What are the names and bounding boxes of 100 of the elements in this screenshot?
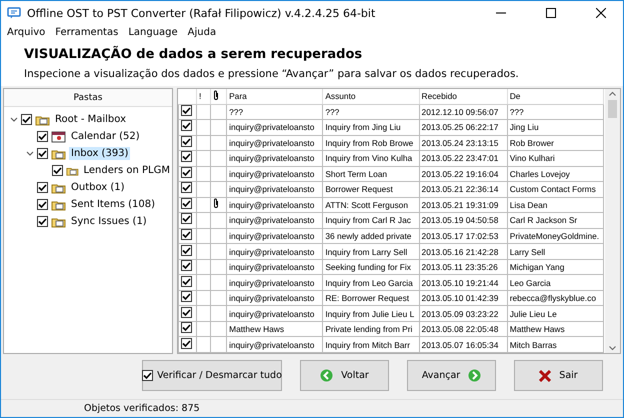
table-cell: Short Term Loan bbox=[322, 166, 420, 182]
table-cell: Rob Brower bbox=[507, 135, 604, 151]
menu-item[interactable]: Ferramentas bbox=[55, 26, 118, 38]
folder-icon bbox=[35, 114, 50, 126]
table-cell: inquiry@privateloansto bbox=[226, 150, 323, 166]
folder-icon bbox=[51, 182, 66, 194]
column-header[interactable]: Recebido bbox=[419, 89, 508, 104]
checkbox[interactable] bbox=[37, 182, 48, 193]
arrow-right-icon bbox=[468, 369, 482, 382]
table-cell: Mitch Barras bbox=[507, 336, 604, 352]
checkbox[interactable] bbox=[37, 131, 48, 142]
table-cell: Inquiry from Carl R Jac bbox=[322, 212, 420, 228]
table-cell: 2013.05.22 19:16:04 bbox=[419, 166, 508, 182]
checkbox[interactable] bbox=[181, 151, 192, 162]
column-header[interactable]: De bbox=[507, 89, 604, 104]
checkbox[interactable] bbox=[21, 114, 32, 125]
table-cell: inquiry@privateloansto bbox=[226, 182, 323, 198]
table-cell: Inquiry from Vino Kulha bbox=[322, 150, 420, 166]
table-cell: inquiry@privateloansto bbox=[226, 290, 323, 306]
table-cell: ATTN: Scott Ferguson bbox=[322, 197, 420, 213]
folder-label[interactable]: Sync Issues (1) bbox=[69, 215, 149, 228]
table-cell: 2013.05.09 03:23:22 bbox=[419, 306, 508, 322]
table-cell: inquiry@privateloansto bbox=[226, 336, 323, 352]
checkbox[interactable] bbox=[181, 322, 192, 334]
checkbox[interactable] bbox=[181, 136, 192, 147]
checkbox[interactable] bbox=[181, 166, 192, 178]
table-cell: 2013.05.07 16:05:34 bbox=[419, 336, 508, 352]
checkbox[interactable] bbox=[181, 229, 192, 240]
chevron-icon[interactable] bbox=[26, 150, 34, 156]
checkbox[interactable] bbox=[142, 370, 154, 381]
chevron-icon[interactable] bbox=[10, 116, 18, 122]
table-cell: Inquiry from Rob Browe bbox=[322, 135, 420, 151]
table-cell: Carl R Jackson Sr bbox=[507, 212, 604, 228]
checkbox[interactable] bbox=[37, 216, 48, 227]
checkbox[interactable] bbox=[37, 148, 48, 159]
scrollbar-thumb[interactable] bbox=[608, 100, 617, 118]
checkbox[interactable] bbox=[181, 104, 192, 116]
table-cell: inquiry@privateloansto bbox=[226, 197, 323, 213]
page-heading: VISUALIZAÇÃO de dados a serem recuperados bbox=[24, 47, 364, 62]
folder-label[interactable]: Root - Mailbox bbox=[53, 113, 128, 126]
table-cell: inquiry@privateloansto bbox=[226, 274, 323, 290]
check-all-button[interactable]: Verificar / Desmarcar tudo bbox=[142, 360, 282, 391]
checkbox[interactable] bbox=[181, 291, 192, 302]
checkbox[interactable] bbox=[181, 213, 192, 224]
table-cell: inquiry@privateloansto bbox=[226, 259, 323, 275]
checkbox[interactable] bbox=[181, 260, 192, 272]
checkbox[interactable] bbox=[181, 120, 192, 132]
table-cell: Private lending from Pri bbox=[322, 321, 420, 337]
next-button[interactable]: Avançar bbox=[407, 360, 496, 391]
menu-item[interactable]: Ajuda bbox=[188, 26, 216, 38]
checkbox[interactable] bbox=[181, 182, 192, 194]
table-cell: Inquiry from Mitch Barr bbox=[322, 336, 420, 352]
exit-button[interactable]: Sair bbox=[514, 360, 603, 391]
folder-label[interactable]: Lenders on PLGM bbox=[82, 164, 172, 177]
caret-up-icon[interactable] bbox=[609, 91, 616, 96]
table-cell: RE: Borrower Request bbox=[322, 290, 420, 306]
folder-icon bbox=[51, 216, 66, 228]
panel-heading: Pastas bbox=[4, 89, 172, 107]
page-instruction: Inspecione a visualização dos dados e pressione “Avançar” para salvar os dados recuperados. bbox=[24, 68, 520, 80]
checkbox[interactable] bbox=[181, 276, 192, 287]
table-cell: Custom Contact Forms bbox=[507, 182, 604, 198]
table-cell: 2012.12.10 09:56:07 bbox=[419, 104, 508, 120]
checkbox[interactable] bbox=[181, 306, 192, 318]
checkbox[interactable] bbox=[181, 244, 192, 256]
table-cell: inquiry@privateloansto bbox=[226, 306, 323, 322]
folder-label[interactable]: Inbox (393) bbox=[69, 147, 130, 160]
table-cell: 36 newly added private bbox=[322, 228, 420, 244]
table-cell: ??? bbox=[322, 104, 420, 120]
table-cell: Matthew Haws bbox=[507, 321, 604, 337]
menu-item[interactable]: Language bbox=[128, 26, 178, 38]
table-cell: Seeking funding for Fix bbox=[322, 259, 420, 275]
table-cell: inquiry@privateloansto bbox=[226, 120, 323, 136]
paperclip-icon bbox=[213, 90, 220, 100]
checkbox[interactable] bbox=[52, 165, 63, 176]
table-cell: Inquiry from Larry Sell bbox=[322, 244, 420, 260]
caret-down-icon[interactable] bbox=[609, 346, 616, 351]
close-icon bbox=[539, 370, 552, 382]
column-header[interactable]: Para bbox=[226, 89, 323, 104]
table-cell: Larry Sell bbox=[507, 244, 604, 260]
folder-label[interactable]: Sent Items (108) bbox=[69, 198, 157, 211]
checkbox[interactable] bbox=[181, 198, 192, 209]
column-header[interactable]: ! bbox=[196, 89, 211, 104]
checkbox[interactable] bbox=[37, 199, 48, 210]
back-button[interactable]: Voltar bbox=[300, 360, 389, 391]
arrow-left-icon bbox=[320, 369, 334, 382]
folder-label[interactable]: Calendar (52) bbox=[69, 130, 142, 143]
scrollbar[interactable] bbox=[605, 89, 620, 353]
calendar-icon bbox=[51, 130, 66, 142]
folder-label[interactable]: Outbox (1) bbox=[69, 181, 127, 194]
menu-item[interactable]: Arquivo bbox=[7, 26, 46, 38]
table-cell: 2013.05.16 21:42:28 bbox=[419, 244, 508, 260]
table-cell: 2013.05.24 23:13:15 bbox=[419, 135, 508, 151]
table-cell: 2013.05.21 22:36:14 bbox=[419, 182, 508, 198]
table-cell: 2013.05.25 06:22:17 bbox=[419, 120, 508, 136]
table-cell: Borrower Request bbox=[322, 182, 420, 198]
table-cell: Leo Garcia bbox=[507, 274, 604, 290]
column-header[interactable]: Assunto bbox=[322, 89, 420, 104]
checkbox[interactable] bbox=[181, 338, 192, 349]
folder-icon bbox=[51, 198, 66, 210]
table-cell: 2013.05.22 23:47:01 bbox=[419, 150, 508, 166]
